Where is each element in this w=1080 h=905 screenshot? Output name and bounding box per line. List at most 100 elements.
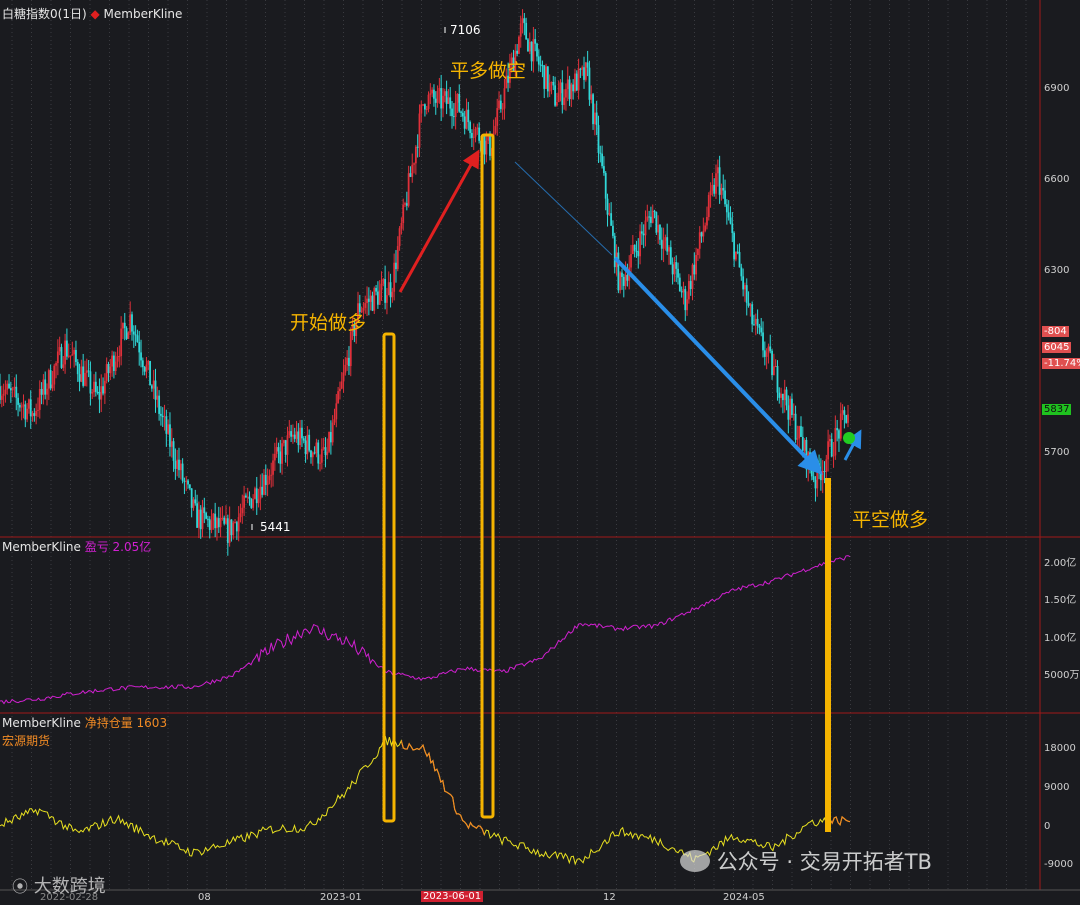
candle-body xyxy=(541,65,544,67)
candle-body xyxy=(734,251,737,260)
candle-body xyxy=(331,422,334,443)
candle-body xyxy=(548,82,551,92)
candle-body xyxy=(702,230,705,237)
candle-body xyxy=(243,495,245,508)
candle-body xyxy=(214,513,217,529)
price-tick-6300: 6300 xyxy=(1044,265,1070,276)
candle-body xyxy=(199,509,202,530)
candle-body xyxy=(308,434,311,451)
candle-body xyxy=(263,474,265,495)
candle-body xyxy=(706,216,708,226)
candle-body xyxy=(378,290,381,305)
candle-body xyxy=(725,204,728,213)
position-line-highlight xyxy=(400,740,851,836)
candle-body xyxy=(396,246,399,270)
candle-body xyxy=(201,507,204,530)
candle-body xyxy=(69,355,72,357)
candle-body xyxy=(841,410,844,414)
candle-body xyxy=(127,332,130,339)
candle-body xyxy=(384,279,387,303)
candle-body xyxy=(197,509,200,528)
candle-body xyxy=(590,94,593,100)
candle-body xyxy=(367,298,370,302)
candle-body xyxy=(749,304,752,306)
candle-body xyxy=(49,370,52,389)
candle-body xyxy=(2,393,5,396)
candle-body xyxy=(414,146,417,164)
candle-body xyxy=(286,435,289,455)
candle-body xyxy=(389,282,392,298)
candle-body xyxy=(322,447,325,449)
candle-body xyxy=(704,225,707,231)
candle-body xyxy=(463,116,466,129)
candle-body xyxy=(203,507,206,514)
candle-body xyxy=(111,355,114,367)
candle-body xyxy=(80,366,83,382)
candle-body xyxy=(113,355,115,372)
pnl-tick-100m: 1.00亿 xyxy=(1044,633,1077,644)
candle-body xyxy=(713,184,716,194)
candle-body xyxy=(246,496,249,498)
candle-body xyxy=(496,108,499,126)
candle-body xyxy=(136,335,139,342)
candle-body xyxy=(304,440,307,455)
candle-body xyxy=(46,388,48,395)
change-tag: -804 xyxy=(1042,326,1069,337)
candle-body xyxy=(644,220,647,236)
candle-body xyxy=(154,380,157,400)
watermark-left-text: 大数跨境 xyxy=(33,876,106,897)
candle-body xyxy=(366,298,368,304)
candle-body xyxy=(433,89,435,99)
price-tick-6600: 6600 xyxy=(1044,174,1070,185)
candle-body xyxy=(469,122,472,133)
candle-body xyxy=(387,282,390,296)
candle-body xyxy=(349,331,352,367)
broker-label: 宏源期货 xyxy=(2,734,51,748)
candle-body xyxy=(33,413,36,416)
watermark-right-text: 公众号 · 交易开拓者TB xyxy=(716,850,932,874)
position-indicator-name: MemberKline xyxy=(2,716,81,730)
candle-body xyxy=(143,367,146,372)
candle-body xyxy=(566,79,569,90)
candle-body xyxy=(791,398,793,416)
candle-body xyxy=(803,439,806,451)
candle-body xyxy=(176,459,179,469)
candle-body xyxy=(288,431,291,436)
candle-body xyxy=(205,513,208,519)
candle-body xyxy=(102,386,104,394)
annotation-close-short-open-long: 平空做多 xyxy=(852,509,929,531)
candle-body xyxy=(619,272,622,291)
candle-body xyxy=(724,190,726,205)
candle-body xyxy=(666,237,669,252)
instrument-label: 白糖指数0(1日) xyxy=(2,7,87,21)
candle-body xyxy=(376,291,379,305)
pnl-tick-200m: 2.00亿 xyxy=(1044,558,1077,569)
candle-body xyxy=(293,434,296,439)
candle-body xyxy=(94,381,97,392)
candle-body xyxy=(499,100,502,109)
candle-body xyxy=(60,347,63,368)
candle-body xyxy=(783,389,786,401)
candle-body xyxy=(588,67,591,100)
candle-body xyxy=(282,440,285,444)
candle-body xyxy=(333,419,336,423)
candle-body xyxy=(845,415,848,423)
candle-body xyxy=(105,364,108,381)
x-tick-2023-01: 2023-01 xyxy=(320,892,362,903)
candle-body xyxy=(225,518,227,524)
candle-body xyxy=(474,128,477,137)
candle-body xyxy=(0,395,3,400)
candle-body xyxy=(669,247,672,265)
candle-body xyxy=(382,279,385,284)
candle-body xyxy=(821,470,824,481)
highlight-box-close-long xyxy=(480,133,495,819)
candle-body xyxy=(65,340,68,357)
candle-body xyxy=(498,100,500,109)
candle-body xyxy=(78,374,81,382)
candle-body xyxy=(67,355,70,357)
candle-body xyxy=(774,366,777,368)
candle-body xyxy=(503,88,506,109)
candle-body xyxy=(586,62,589,68)
candle-body xyxy=(557,93,560,102)
annotation-start-long: 开始做多 xyxy=(290,312,367,334)
